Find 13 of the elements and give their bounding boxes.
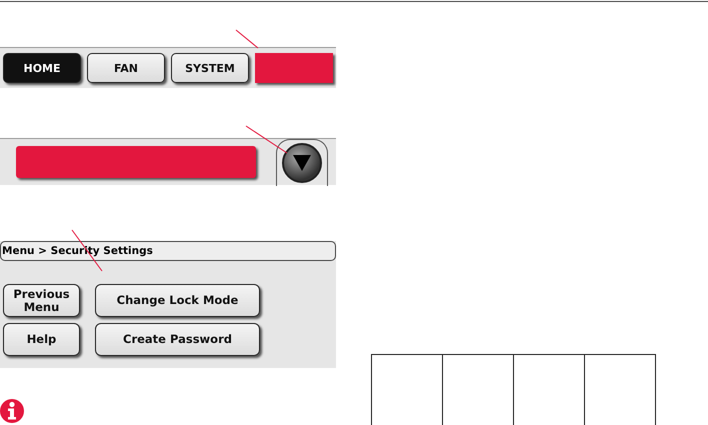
down-arrow-button[interactable] — [282, 142, 322, 182]
leader-line — [246, 126, 288, 154]
down-triangle-icon — [293, 154, 311, 170]
menu-button[interactable]: Previous Menu — [3, 284, 80, 317]
menu-button[interactable]: Create Password — [95, 323, 260, 356]
menu-button[interactable]: Change Lock Mode — [95, 284, 260, 317]
leader-line — [236, 30, 258, 48]
tab[interactable]: FAN — [87, 53, 165, 83]
table-cell — [371, 354, 443, 425]
tab[interactable]: SYSTEM — [171, 53, 249, 83]
table-cell — [584, 354, 656, 425]
menu-button[interactable]: Help — [3, 323, 80, 356]
tab[interactable]: HOME — [3, 53, 81, 83]
